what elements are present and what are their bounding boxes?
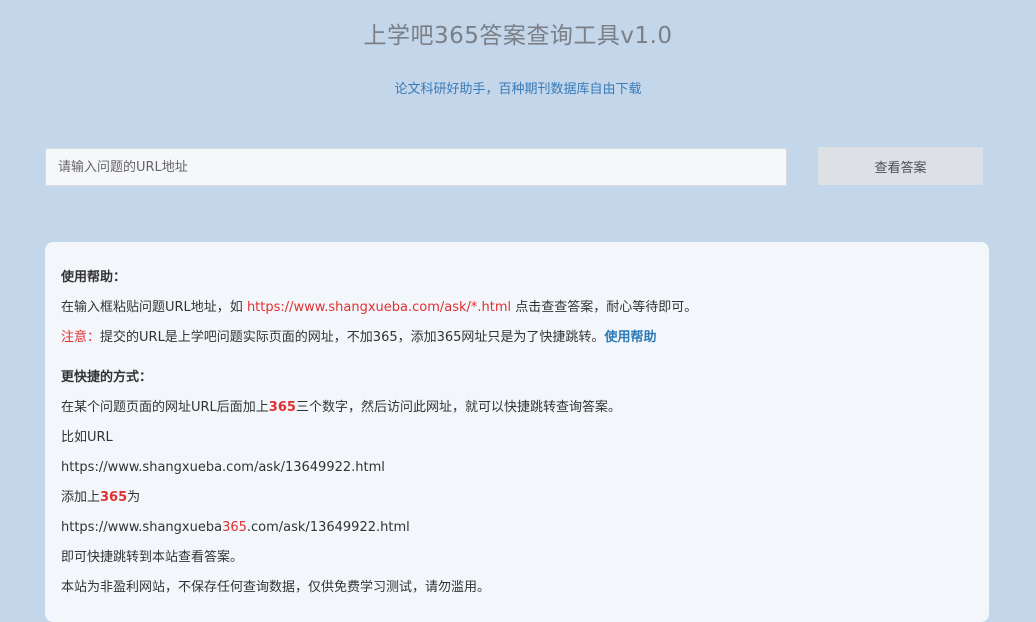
shortcut-suffix: 三个数字，然后访问此网址，就可以快捷跳转查询答案。	[295, 400, 621, 415]
view-answer-button[interactable]: 查看答案	[818, 147, 983, 185]
shortcut-highlight: 365	[268, 400, 296, 415]
add-365-line: 添加上365为	[61, 488, 973, 518]
add-highlight: 365	[100, 490, 128, 505]
result-url-part1: https://www.shangxueba	[61, 520, 223, 535]
jump-text: 即可快捷跳转到本站查看答案。	[61, 550, 244, 565]
example-label: 比如URL	[61, 430, 113, 445]
result-url: https://www.shangxueba365.com/ask/136499…	[61, 518, 973, 548]
instruction-prefix: 在输入框粘贴问题URL地址，如	[61, 300, 247, 315]
url-input[interactable]	[45, 148, 787, 186]
result-url-part2: .com/ask/13649922.html	[246, 520, 410, 535]
example-url: https://www.shangxueba.com/ask/13649922.…	[61, 460, 385, 475]
page-title: 上学吧365答案查询工具v1.0	[363, 23, 673, 49]
note-label: 注意：	[61, 330, 101, 345]
example-url-pattern: https://www.shangxueba.com/ask/*.html	[246, 300, 512, 315]
instruction-suffix: 点击查查答案，耐心等待即可。	[511, 300, 698, 315]
help-card: 使用帮助： 在输入框粘贴问题URL地址，如 https://www.shangx…	[45, 242, 989, 622]
result-url-highlight: 365	[222, 520, 247, 535]
add-suffix: 为	[127, 490, 141, 505]
page-subtitle: 论文科研好助手，百种期刊数据库自由下载	[394, 82, 642, 97]
help-instruction-line: 在输入框粘贴问题URL地址，如 https://www.shangxueba.c…	[61, 298, 973, 328]
add-prefix: 添加上	[61, 490, 101, 505]
note-text: 提交的URL是上学吧问题实际页面的网址，不加365，添加365网址只是为了快捷跳…	[100, 330, 605, 345]
shortcut-instruction-line: 在某个问题页面的网址URL后面加上365三个数字，然后访问此网址，就可以快捷跳转…	[61, 398, 973, 428]
shortcut-section-title: 更快捷的方式：	[61, 370, 153, 385]
shortcut-prefix: 在某个问题页面的网址URL后面加上	[61, 400, 269, 415]
help-link[interactable]: 使用帮助	[604, 330, 656, 345]
help-note-line: 注意：提交的URL是上学吧问题实际页面的网址，不加365，添加365网址只是为了…	[61, 328, 973, 358]
help-section-title: 使用帮助：	[61, 270, 127, 285]
disclaimer-text: 本站为非盈利网站，不保存任何查询数据，仅供免费学习测试，请勿滥用。	[61, 580, 491, 595]
